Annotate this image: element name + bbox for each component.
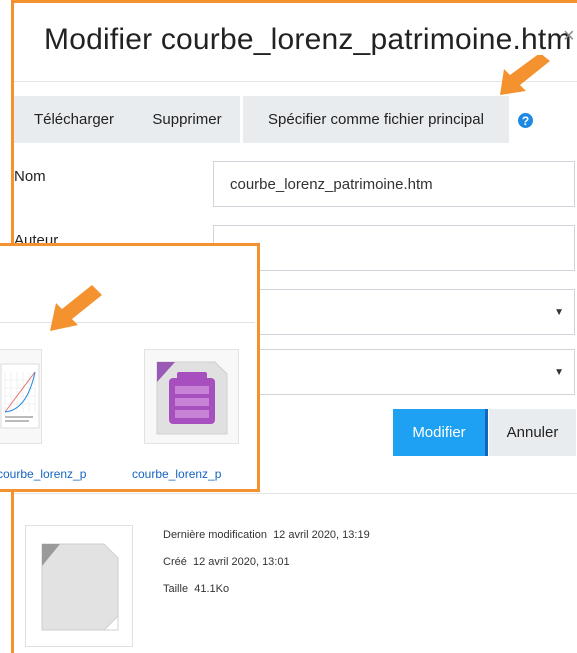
pointer-arrow-icon (500, 55, 550, 95)
pointer-arrow-icon (50, 285, 102, 331)
download-button[interactable]: Télécharger (14, 96, 134, 143)
close-icon[interactable]: × (563, 25, 575, 48)
chart-thumbnail-icon (0, 363, 40, 429)
created-value: 12 avril 2020, 13:01 (192, 556, 290, 568)
path-select[interactable]: ▼ (213, 349, 575, 395)
created-label: Créé (163, 556, 187, 568)
chevron-down-icon: ▼ (554, 367, 564, 378)
popup-divider (0, 322, 255, 323)
created-row: Créé 12 avril 2020, 13:01 (163, 556, 290, 568)
last-modified-row: Dernière modification 12 avril 2020, 13:… (163, 529, 370, 541)
dialog-title: Modifier courbe_lorenz_patrimoine.htm (44, 23, 572, 56)
size-row: Taille 41.1Ko (163, 583, 229, 595)
file-name-link[interactable]: courbe_lorenz_p (132, 467, 221, 481)
size-label: Taille (163, 583, 189, 595)
set-main-file-button[interactable]: Spécifier comme fichier principal (243, 96, 509, 143)
modify-button[interactable]: Modifier (393, 409, 488, 456)
archive-file-icon (156, 361, 228, 435)
generic-file-icon (41, 543, 119, 631)
file-picker-popup: courbe_lorenz_p courbe_lorenz_p (0, 243, 260, 492)
file-name-link[interactable]: courbe_lorenz_p (0, 467, 86, 481)
chevron-down-icon: ▼ (554, 307, 564, 318)
help-icon[interactable]: ? (518, 113, 533, 128)
last-modified-label: Dernière modification (163, 529, 267, 541)
file-tile[interactable] (0, 349, 42, 444)
divider (14, 493, 577, 494)
file-tile[interactable] (144, 349, 239, 444)
last-modified-value: 12 avril 2020, 13:19 (273, 529, 370, 541)
delete-button[interactable]: Supprimer (134, 96, 240, 143)
size-value: 41.1Ko (194, 583, 230, 595)
name-label: Nom (14, 168, 46, 185)
cancel-button[interactable]: Annuler (489, 409, 576, 456)
file-preview (25, 525, 133, 647)
license-select[interactable]: e ▼ (213, 289, 575, 335)
author-field[interactable] (213, 225, 575, 271)
name-field[interactable]: courbe_lorenz_patrimoine.htm (213, 161, 575, 207)
